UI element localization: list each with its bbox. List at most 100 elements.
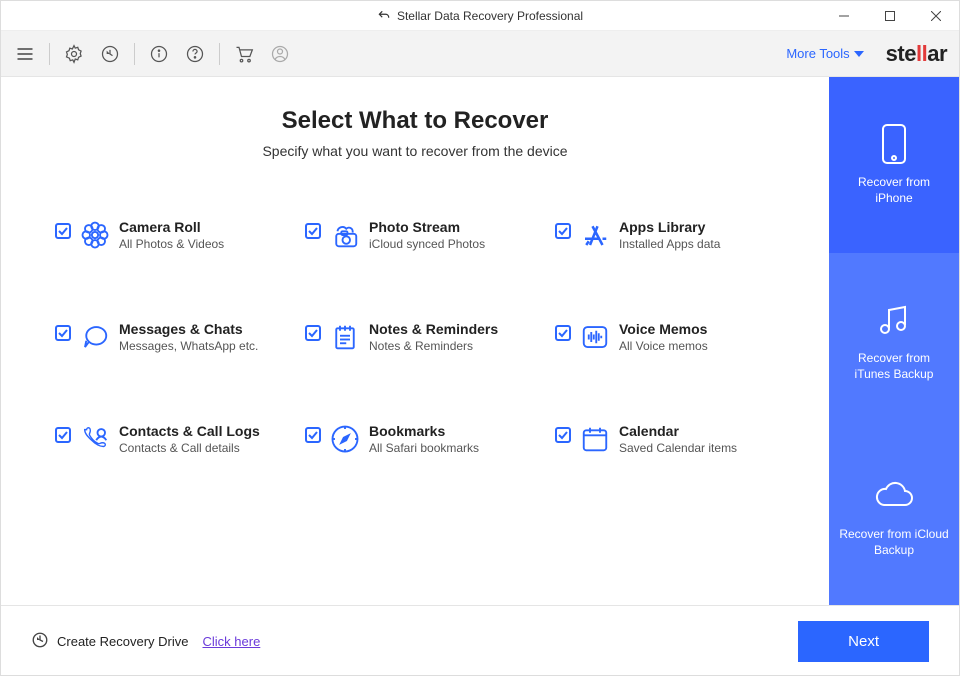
- toolbar-right: More Tools stellar: [786, 41, 947, 67]
- music-note-icon: [876, 299, 912, 341]
- checkbox[interactable]: [55, 223, 71, 239]
- option-contacts[interactable]: Contacts & Call Logs Contacts & Call det…: [55, 423, 275, 455]
- create-recovery-drive-label: Create Recovery Drive: [57, 634, 189, 649]
- flower-icon: [79, 219, 111, 251]
- option-calendar[interactable]: Calendar Saved Calendar items: [555, 423, 775, 455]
- option-text: Contacts & Call Logs Contacts & Call det…: [119, 423, 260, 455]
- checkbox[interactable]: [555, 223, 571, 239]
- click-here-link[interactable]: Click here: [203, 634, 261, 649]
- sidebar-label: Recover from iCloud Backup: [839, 527, 949, 558]
- option-title: Messages & Chats: [119, 321, 258, 337]
- option-title: Calendar: [619, 423, 737, 439]
- footer-left: Create Recovery Drive Click here: [31, 631, 260, 652]
- body-area: Select What to Recover Specify what you …: [1, 77, 959, 605]
- option-title: Bookmarks: [369, 423, 479, 439]
- separator: [134, 43, 135, 65]
- option-title: Camera Roll: [119, 219, 224, 235]
- separator: [219, 43, 220, 65]
- option-text: Photo Stream iCloud synced Photos: [369, 219, 485, 251]
- option-bookmarks[interactable]: Bookmarks All Safari bookmarks: [305, 423, 525, 455]
- option-sub: iCloud synced Photos: [369, 237, 485, 251]
- option-text: Bookmarks All Safari bookmarks: [369, 423, 479, 455]
- window-title: Stellar Data Recovery Professional: [397, 9, 583, 23]
- option-text: Voice Memos All Voice memos: [619, 321, 708, 353]
- option-title: Voice Memos: [619, 321, 708, 337]
- option-title: Notes & Reminders: [369, 321, 498, 337]
- footer: Create Recovery Drive Click here Next: [1, 605, 959, 677]
- separator: [49, 43, 50, 65]
- sidebar-label: Recover from iPhone: [839, 175, 949, 206]
- minimize-button[interactable]: [821, 1, 867, 31]
- back-arrow-icon: [377, 9, 391, 23]
- option-sub: Notes & Reminders: [369, 339, 498, 353]
- sidebar-item-itunes[interactable]: Recover from iTunes Backup: [829, 253, 959, 429]
- checkbox[interactable]: [305, 427, 321, 443]
- checkbox[interactable]: [305, 223, 321, 239]
- toolbar-left: [13, 42, 292, 66]
- notepad-icon: [329, 321, 361, 353]
- source-sidebar: Recover from iPhone Recover from iTunes …: [829, 77, 959, 605]
- main-content: Select What to Recover Specify what you …: [1, 77, 829, 605]
- maximize-button[interactable]: [867, 1, 913, 31]
- cloud-icon: [873, 475, 915, 517]
- option-sub: Contacts & Call details: [119, 441, 260, 455]
- more-tools-label: More Tools: [786, 46, 849, 61]
- option-text: Apps Library Installed Apps data: [619, 219, 720, 251]
- menu-icon[interactable]: [13, 42, 37, 66]
- option-sub: All Photos & Videos: [119, 237, 224, 251]
- option-apps-library[interactable]: Apps Library Installed Apps data: [555, 219, 775, 251]
- page-heading: Select What to Recover: [282, 107, 549, 135]
- option-title: Photo Stream: [369, 219, 485, 235]
- user-icon[interactable]: [268, 42, 292, 66]
- compass-icon: [329, 423, 361, 455]
- more-tools-dropdown[interactable]: More Tools: [786, 46, 863, 61]
- toolbar: More Tools stellar: [1, 31, 959, 77]
- iphone-icon: [880, 123, 908, 165]
- stellar-logo: stellar: [886, 41, 947, 67]
- option-photo-stream[interactable]: Photo Stream iCloud synced Photos: [305, 219, 525, 251]
- option-sub: Installed Apps data: [619, 237, 720, 251]
- option-sub: Saved Calendar items: [619, 441, 737, 455]
- option-title: Apps Library: [619, 219, 720, 235]
- close-button[interactable]: [913, 1, 959, 31]
- page-subtitle: Specify what you want to recover from th…: [262, 143, 567, 159]
- recovery-options-grid: Camera Roll All Photos & Videos Photo St…: [55, 219, 775, 455]
- calendar-icon: [579, 423, 611, 455]
- sidebar-item-iphone[interactable]: Recover from iPhone: [829, 77, 959, 253]
- sidebar-label: Recover from iTunes Backup: [839, 351, 949, 382]
- option-text: Calendar Saved Calendar items: [619, 423, 737, 455]
- checkbox[interactable]: [55, 427, 71, 443]
- voice-wave-icon: [579, 321, 611, 353]
- window-controls: [821, 1, 959, 31]
- option-camera-roll[interactable]: Camera Roll All Photos & Videos: [55, 219, 275, 251]
- help-icon[interactable]: [183, 42, 207, 66]
- checkbox[interactable]: [555, 325, 571, 341]
- next-button[interactable]: Next: [798, 621, 929, 662]
- option-sub: All Safari bookmarks: [369, 441, 479, 455]
- option-sub: All Voice memos: [619, 339, 708, 353]
- option-text: Notes & Reminders Notes & Reminders: [369, 321, 498, 353]
- option-text: Messages & Chats Messages, WhatsApp etc.: [119, 321, 258, 353]
- recovery-drive-icon: [31, 631, 49, 652]
- cart-icon[interactable]: [232, 42, 256, 66]
- window-title-area: Stellar Data Recovery Professional: [377, 9, 583, 23]
- option-messages[interactable]: Messages & Chats Messages, WhatsApp etc.: [55, 321, 275, 353]
- option-sub: Messages, WhatsApp etc.: [119, 339, 258, 353]
- appstore-icon: [579, 219, 611, 251]
- chevron-down-icon: [854, 49, 864, 59]
- option-notes[interactable]: Notes & Reminders Notes & Reminders: [305, 321, 525, 353]
- gear-icon[interactable]: [62, 42, 86, 66]
- checkbox[interactable]: [55, 325, 71, 341]
- info-icon[interactable]: [147, 42, 171, 66]
- checkbox[interactable]: [555, 427, 571, 443]
- chat-bubble-icon: [79, 321, 111, 353]
- history-icon[interactable]: [98, 42, 122, 66]
- option-text: Camera Roll All Photos & Videos: [119, 219, 224, 251]
- option-title: Contacts & Call Logs: [119, 423, 260, 439]
- phone-contact-icon: [79, 423, 111, 455]
- option-voice-memos[interactable]: Voice Memos All Voice memos: [555, 321, 775, 353]
- checkbox[interactable]: [305, 325, 321, 341]
- sidebar-item-icloud[interactable]: Recover from iCloud Backup: [829, 429, 959, 605]
- cloud-camera-icon: [329, 219, 361, 251]
- title-bar: Stellar Data Recovery Professional: [1, 1, 959, 31]
